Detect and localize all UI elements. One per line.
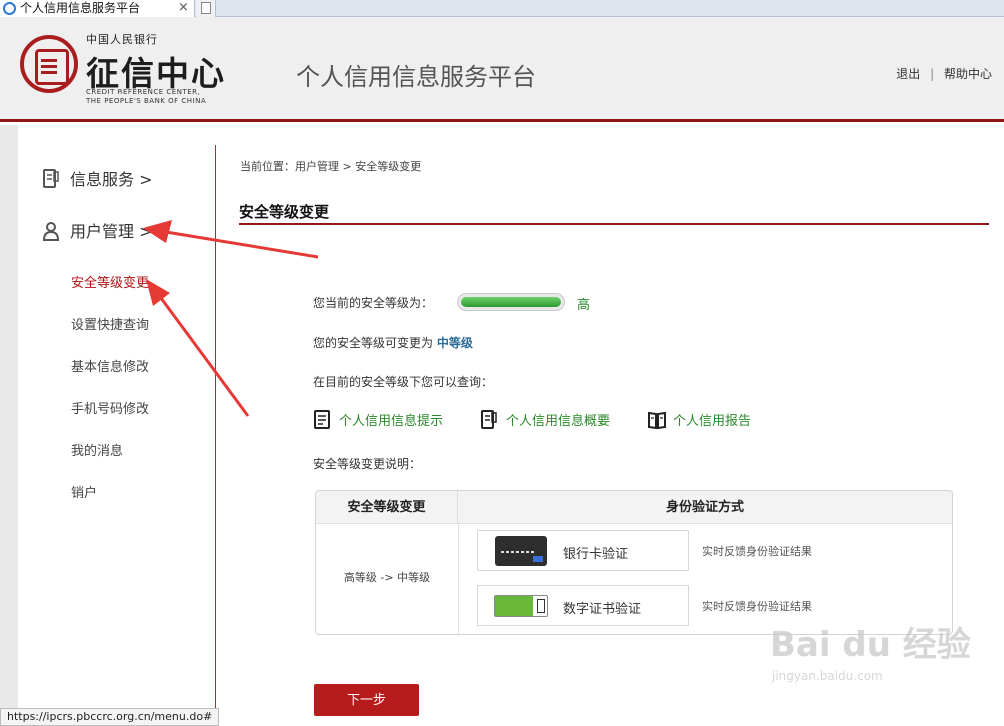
- sidebar-subitem-messages[interactable]: 我的消息: [71, 440, 123, 459]
- security-level-fill: [461, 297, 561, 307]
- sidebar-subitem-basic-info[interactable]: 基本信息修改: [71, 356, 149, 375]
- baidu-watermark: Bai du 经验 jingyan.baidu.com: [770, 617, 990, 697]
- query-intro: 在目前的安全等级下您可以查询：: [313, 375, 494, 389]
- bank-card-icon: [495, 536, 547, 566]
- watermark-sub: jingyan.baidu.com: [772, 669, 883, 683]
- link-separator: |: [930, 67, 935, 81]
- table-header: 安全等级变更 身份验证方式: [316, 491, 952, 524]
- table-header-method: 身份验证方式: [665, 500, 744, 515]
- document-icon: [42, 169, 60, 189]
- sidebar-gutter: [0, 125, 18, 726]
- sidebar-item-info-service[interactable]: 信息服务 >: [42, 166, 153, 190]
- breadcrumb: 当前位置：用户管理 > 安全等级变更: [240, 160, 422, 173]
- table-header-level: 安全等级变更: [316, 491, 458, 524]
- changeable-level-label: 您的安全等级可变更为: [313, 336, 434, 350]
- method-feedback: 实时反馈身份验证结果: [702, 545, 812, 558]
- query-link-credit-summary[interactable]: 个人信用信息概要: [480, 410, 610, 430]
- usb-key-icon: [494, 595, 548, 617]
- query-link-credit-report[interactable]: 个人信用报告: [647, 410, 751, 430]
- platform-title: 个人信用信息服务平台: [296, 63, 536, 91]
- logout-link[interactable]: 退出: [896, 67, 920, 81]
- document-icon: [313, 410, 331, 430]
- security-level-bar: [457, 293, 565, 311]
- method-bank-card[interactable]: 银行卡验证: [477, 530, 689, 571]
- page-title: 安全等级变更: [239, 203, 330, 221]
- help-center-link[interactable]: 帮助中心: [944, 67, 992, 81]
- method-feedback: 实时反馈身份验证结果: [702, 600, 812, 613]
- changeable-level-text: 您的安全等级可变更为 中等级: [313, 334, 473, 351]
- query-link-label: 个人信用信息提示: [339, 414, 444, 429]
- sidebar-subitem-security-level[interactable]: 安全等级变更: [71, 272, 149, 291]
- document-icon: [480, 410, 498, 430]
- site-header: 中国人民银行 征信中心 CREDIT REFERENCE CENTER, THE…: [0, 17, 1004, 122]
- table-column-divider: [458, 524, 459, 634]
- logo-english-line2: THE PEOPLE'S BANK OF CHINA: [86, 97, 207, 105]
- sidebar-item-label: 信息服务 >: [70, 170, 153, 189]
- table-level-change: 高等级 -> 中等级: [343, 571, 431, 584]
- status-bar-url: https://ipcrs.pbccrc.org.cn/menu.do#: [0, 708, 220, 726]
- method-label: 银行卡验证: [563, 547, 629, 562]
- next-step-button[interactable]: 下一步: [314, 684, 419, 716]
- logo-top-text: 中国人民银行: [86, 33, 158, 46]
- new-tab-icon: [201, 2, 211, 14]
- current-level-label: 您当前的安全等级为：: [313, 296, 434, 310]
- verification-table: 安全等级变更 身份验证方式 高等级 -> 中等级 银行卡验证 实时反馈身份验证结…: [315, 490, 953, 635]
- sidebar-item-label: 用户管理 >: [70, 222, 153, 241]
- method-label: 数字证书验证: [563, 602, 642, 617]
- tab-close-icon[interactable]: ×: [178, 0, 189, 16]
- ie-icon: [3, 2, 16, 15]
- query-link-label: 个人信用报告: [673, 414, 752, 429]
- browser-tab[interactable]: 个人信用信息服务平台 ×: [0, 0, 195, 17]
- browser-tab-title: 个人信用信息服务平台: [20, 1, 141, 15]
- watermark-main: Bai du 经验: [770, 625, 971, 665]
- query-link-label: 个人信用信息概要: [506, 414, 611, 429]
- browser-tab-strip: 个人信用信息服务平台 ×: [0, 0, 1004, 17]
- credit-reference-logo-icon: [20, 35, 78, 93]
- logo-english-line1: CREDIT REFERENCE CENTER,: [86, 88, 201, 96]
- sidebar-item-user-management[interactable]: 用户管理 >: [42, 218, 153, 242]
- user-icon: [42, 221, 60, 241]
- sidebar-subitem-quick-query[interactable]: 设置快捷查询: [71, 314, 149, 333]
- current-level-value: 高: [577, 298, 591, 313]
- sidebar-divider: [215, 145, 216, 715]
- book-icon: [647, 410, 666, 430]
- new-tab-button[interactable]: [196, 0, 216, 17]
- title-divider: [239, 223, 989, 225]
- sidebar-subitem-close-account[interactable]: 销户: [71, 482, 97, 501]
- change-description-label: 安全等级变更说明：: [313, 457, 422, 471]
- query-link-credit-tips[interactable]: 个人信用信息提示: [313, 410, 443, 430]
- header-links: 退出 | 帮助中心: [896, 65, 992, 82]
- changeable-level-value: 中等级: [436, 336, 473, 350]
- method-digital-certificate[interactable]: 数字证书验证: [477, 585, 689, 626]
- sidebar-subitem-phone[interactable]: 手机号码修改: [71, 398, 149, 417]
